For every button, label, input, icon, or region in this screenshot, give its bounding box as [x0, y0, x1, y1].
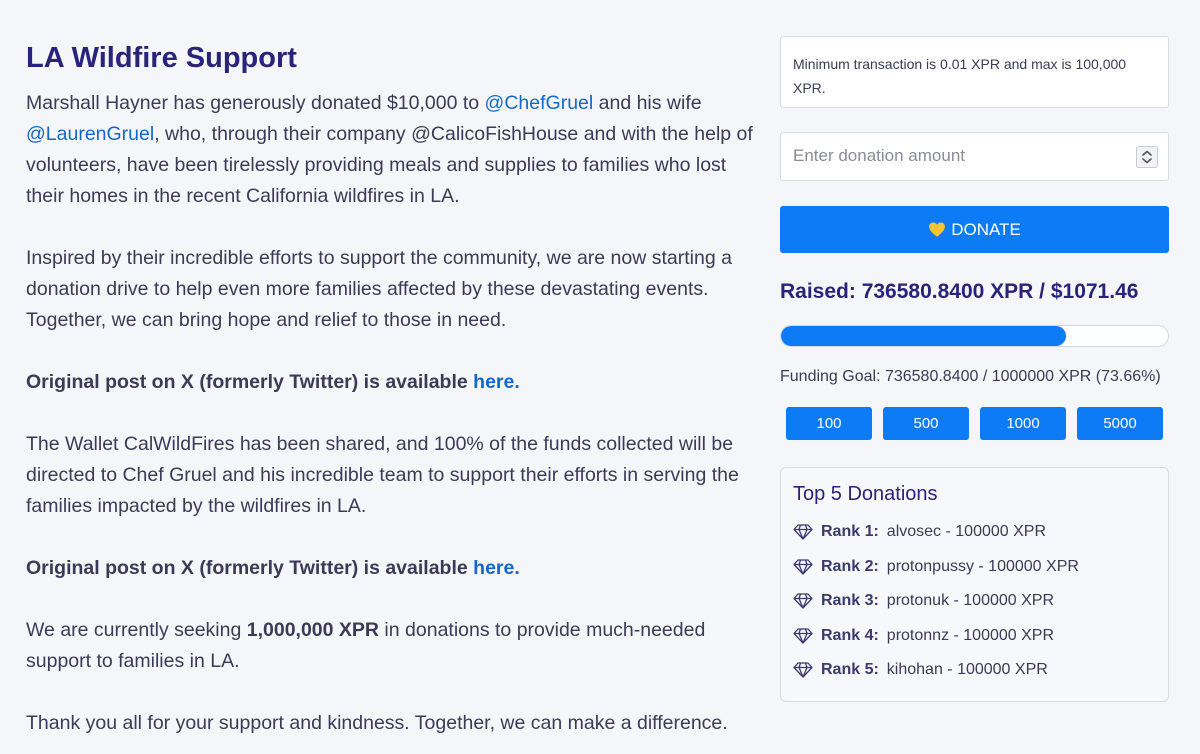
donation-amount-input[interactable] [781, 133, 1121, 179]
diamond-icon [793, 628, 813, 644]
raised-amount: Raised: 736580.8400 XPR / $1071.46 [780, 280, 1139, 303]
inspiration-paragraph: Inspired by their incredible efforts to … [26, 247, 732, 331]
rank-detail: protonpussy - 100000 XPR [886, 557, 1079, 575]
diamond-icon [793, 662, 813, 678]
original-post-line-1: Original post on X (formerly Twitter) is… [26, 367, 756, 398]
rank-detail: alvosec - 100000 XPR [886, 523, 1046, 541]
quick-amount-button[interactable]: 1000 [980, 407, 1066, 440]
top-donations-title: Top 5 Donations [793, 483, 938, 505]
donate-button-label: DONATE [951, 219, 1021, 239]
transaction-limit-notice: Minimum transaction is 0.01 XPR and max … [780, 36, 1169, 108]
funding-progress-bar [780, 325, 1169, 347]
rank-label: Rank 2: [821, 557, 879, 575]
wallet-paragraph: The Wallet CalWildFires has been shared,… [26, 433, 739, 517]
diamond-icon [793, 524, 813, 540]
intro-text-start: Marshall Hayner has generously donated $… [26, 92, 485, 114]
original-post-text: Original post on X (formerly Twitter) is… [26, 557, 474, 579]
intro-text-middle: and his wife [593, 92, 702, 114]
chefgruel-link[interactable]: @ChefGruel [485, 92, 594, 114]
laurengruel-link[interactable]: @LaurenGruel [26, 123, 154, 145]
goal-text-start: We are currently seeking [26, 619, 247, 641]
top-donation-row: Rank 2: protonpussy - 100000 XPR [793, 550, 1156, 585]
goal-amount: 1,000,000 XPR [246, 619, 380, 641]
quick-amount-button[interactable]: 100 [786, 407, 872, 440]
quick-amount-button[interactable]: 500 [883, 407, 969, 440]
page-title: LA Wildfire Support [26, 42, 297, 74]
original-post-text: Original post on X (formerly Twitter) is… [26, 371, 474, 393]
top-donation-row: Rank 1: alvosec - 100000 XPR [793, 515, 1156, 550]
original-post-line-2: Original post on X (formerly Twitter) is… [26, 553, 756, 584]
diamond-icon [793, 593, 813, 609]
top-donation-row: Rank 5: kihohan - 100000 XPR [793, 653, 1156, 688]
top-donations-card: Top 5 Donations Rank 1: alvosec - 100000… [780, 467, 1169, 702]
original-post-link-1[interactable]: here. [473, 371, 520, 393]
rank-label: Rank 5: [821, 661, 879, 679]
rank-detail: kihohan - 100000 XPR [886, 661, 1048, 679]
rank-detail: protonnz - 100000 XPR [886, 626, 1055, 644]
funding-goal-text: Funding Goal: 736580.8400 / 1000000 XPR … [780, 368, 1161, 385]
top-donation-row: Rank 4: protonnz - 100000 XPR [793, 619, 1156, 654]
rank-label: Rank 3: [821, 592, 879, 610]
donate-button[interactable]: DONATE [780, 206, 1169, 253]
donation-panel: Minimum transaction is 0.01 XPR and max … [780, 36, 1169, 702]
number-stepper-icon[interactable] [1136, 146, 1158, 168]
yellow-heart-icon [929, 222, 946, 237]
quick-amount-buttons: 100 500 1000 5000 [780, 407, 1169, 440]
funding-progress-fill [781, 326, 1067, 346]
rank-label: Rank 1: [821, 523, 879, 541]
original-post-link-2[interactable]: here. [473, 557, 520, 579]
top-donation-row: Rank 3: protonuk - 100000 XPR [793, 584, 1156, 619]
goal-paragraph: We are currently seeking 1,000,000 XPR i… [26, 615, 756, 677]
page: LA Wildfire Support Marshall Hayner has … [0, 0, 1200, 754]
rank-label: Rank 4: [821, 626, 879, 644]
article: LA Wildfire Support Marshall Hayner has … [26, 38, 756, 739]
diamond-icon [793, 559, 813, 575]
thank-you-paragraph: Thank you all for your support and kindn… [26, 712, 728, 734]
quick-amount-button[interactable]: 5000 [1077, 407, 1163, 440]
rank-detail: protonuk - 100000 XPR [886, 592, 1055, 610]
donation-amount-field[interactable] [780, 132, 1169, 181]
intro-paragraph: Marshall Hayner has generously donated $… [26, 88, 756, 212]
